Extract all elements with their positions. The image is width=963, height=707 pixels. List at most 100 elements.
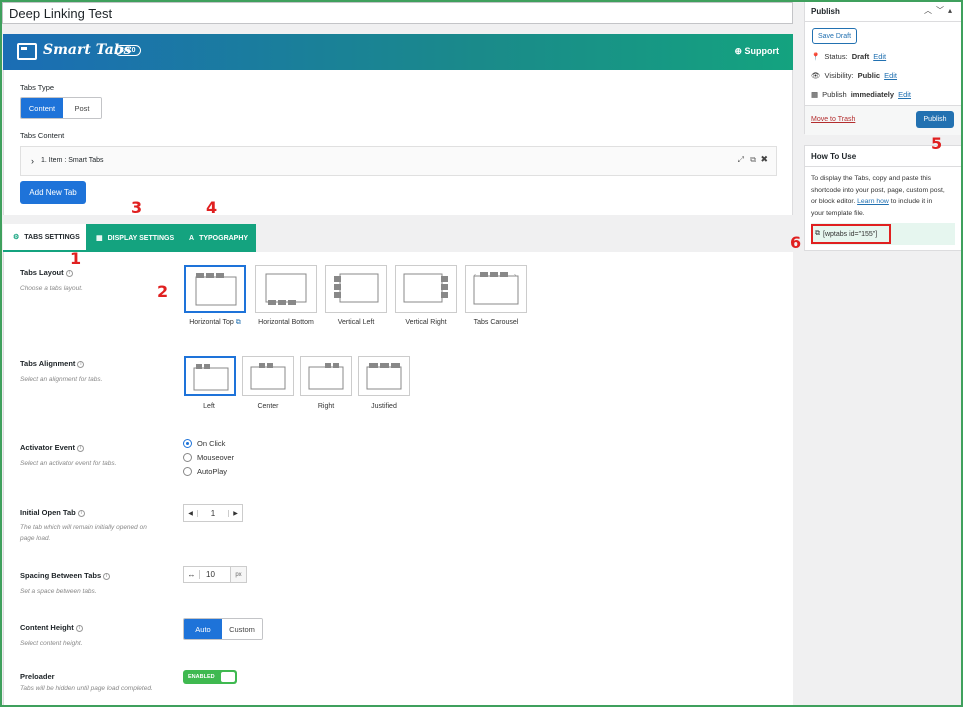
align-right-icon <box>308 363 344 390</box>
align-label-justified: Justified <box>371 403 397 410</box>
marker-6: 6 <box>790 233 802 252</box>
horizontal-arrows-icon: ↔ <box>184 570 200 579</box>
visibility-edit-link[interactable]: Edit <box>884 71 897 80</box>
radio-mouseover[interactable]: Mouseover <box>183 453 234 462</box>
publish-box: Publish ︿﹀▴ Save Draft 📍 Status: Draft Edit… <box>804 0 963 135</box>
post-title-input[interactable]: Deep Linking Test <box>2 2 793 24</box>
learn-how-link[interactable]: Learn how <box>857 198 889 205</box>
vertical-left-icon <box>334 273 379 303</box>
align-center[interactable] <box>242 356 294 396</box>
height-auto[interactable]: Auto <box>184 619 222 639</box>
tab-label: TYPOGRAPHY <box>199 234 249 242</box>
tabs-type-content[interactable]: Content <box>21 98 63 118</box>
decrement-icon[interactable]: ◀ <box>184 509 198 517</box>
delete-icon[interactable]: ✖ <box>760 154 768 165</box>
radio-dot <box>183 453 192 462</box>
svg-text:›: › <box>514 273 516 279</box>
align-justified[interactable] <box>358 356 410 396</box>
panel-controls: ︿﹀▴ <box>924 5 956 16</box>
shortcode-highlight <box>811 224 891 244</box>
marker-1: 1 <box>70 249 82 268</box>
info-icon: i <box>75 624 83 632</box>
tab-typography[interactable]: A TYPOGRAPHY <box>179 224 256 252</box>
save-draft-button[interactable]: Save Draft <box>812 28 857 44</box>
layout-tabs-carousel[interactable]: ‹ › <box>465 265 527 313</box>
caret-icon[interactable]: ▴ <box>948 6 956 15</box>
spacing-between-tabs-label: Spacing Between Tabs i <box>20 571 111 580</box>
initial-open-tab-stepper: ◀ 1 ▶ <box>183 504 243 522</box>
publish-button[interactable]: Publish <box>916 111 954 128</box>
chevron-down-icon[interactable]: ﹀ <box>936 6 948 15</box>
tabs-type-label: Tabs Type <box>20 83 55 92</box>
tab-item-row[interactable]: › 1. Item : Smart Tabs ⤢ ⧉ ✖ <box>20 146 777 176</box>
divider <box>805 166 962 167</box>
spacing-desc: Set a space between tabs. <box>20 588 97 595</box>
tab-display-settings[interactable]: ▦ DISPLAY SETTINGS <box>86 224 179 252</box>
activator-event-desc: Select an activator event for tabs. <box>20 460 117 467</box>
chevron-up-icon[interactable]: ︿ <box>924 6 936 15</box>
increment-icon[interactable]: ▶ <box>228 509 242 517</box>
height-custom[interactable]: Custom <box>222 619 262 639</box>
font-icon: A <box>189 234 195 242</box>
horizontal-bottom-icon <box>265 273 307 305</box>
support-link[interactable]: ⊕ Support <box>734 46 779 57</box>
grid-icon: ▦ <box>96 235 103 242</box>
move-to-trash-link[interactable]: Move to Trash <box>811 116 855 123</box>
tab-item-title: 1. Item : Smart Tabs <box>41 157 104 164</box>
info-icon: i <box>65 269 73 277</box>
tab-tabs-settings[interactable]: ⚙ TABS SETTINGS <box>3 224 86 252</box>
status-row: 📍 Status: Draft Edit <box>811 52 887 61</box>
publish-title: Publish <box>811 7 840 16</box>
initial-open-tab-desc-2: page load. <box>20 535 51 542</box>
info-icon: i <box>77 509 85 517</box>
smart-tabs-logo-icon <box>17 43 37 60</box>
layout-label-vertical-right: Vertical Right <box>405 319 447 326</box>
pin-icon: 📍 <box>811 52 821 61</box>
visibility-row: 👁 Visibility: Public Edit <box>811 71 898 80</box>
toggle-knob <box>221 672 235 682</box>
tabs-layout-label: Tabs Layout i <box>20 268 73 277</box>
spacing-input[interactable]: 10 <box>200 570 230 579</box>
layout-horizontal-top[interactable] <box>184 265 246 313</box>
layout-vertical-left[interactable] <box>325 265 387 313</box>
tabs-type-post[interactable]: Post <box>63 98 101 118</box>
horizontal-top-icon <box>195 273 237 306</box>
add-new-tab-button[interactable]: Add New Tab <box>20 181 86 204</box>
eye-icon: 👁 <box>811 71 821 80</box>
chevron-right-icon[interactable]: › <box>31 156 34 166</box>
svg-text:‹: ‹ <box>474 273 476 279</box>
layout-vertical-right[interactable] <box>395 265 457 313</box>
content-height-label: Content Height i <box>20 623 83 632</box>
align-center-icon <box>250 363 286 390</box>
marker-2: 2 <box>157 282 169 301</box>
align-right[interactable] <box>300 356 352 396</box>
tabs-alignment-desc: Select an alignment for tabs. <box>20 376 103 383</box>
marker-3: 3 <box>131 198 143 217</box>
status-edit-link[interactable]: Edit <box>873 52 886 61</box>
radio-autoplay[interactable]: AutoPlay <box>183 467 227 476</box>
external-link-icon: ⧉ <box>235 319 241 326</box>
expand-icon[interactable]: ⤢ <box>738 155 744 165</box>
initial-open-tab-label: Initial Open Tab i <box>20 508 85 517</box>
publish-actions: Move to Trash Publish <box>805 105 962 135</box>
layout-label-horizontal-bottom: Horizontal Bottom <box>258 319 314 326</box>
align-left[interactable] <box>184 356 236 396</box>
duplicate-icon[interactable]: ⧉ <box>750 155 756 165</box>
preloader-toggle[interactable]: ENABLED <box>183 670 237 684</box>
lifebuoy-icon: ⊕ <box>734 46 742 56</box>
how-to-use-text: To display the Tabs, copy and paste this… <box>811 175 945 217</box>
schedule-edit-link[interactable]: Edit <box>898 90 911 99</box>
smart-tabs-header: Smart Tabs 3.0.0 ⊕ Support <box>3 34 793 70</box>
tab-label: DISPLAY SETTINGS <box>107 234 175 242</box>
preloader-desc: Tabs will be hidden until page load comp… <box>20 685 153 692</box>
spacing-input-group: ↔ 10 px <box>183 566 247 583</box>
info-icon: i <box>77 444 85 452</box>
settings-tabs: ⚙ TABS SETTINGS ▦ DISPLAY SETTINGS A TYP… <box>3 224 793 252</box>
toggle-label: ENABLED <box>188 674 215 680</box>
initial-open-tab-desc-1: The tab which will remain initially open… <box>20 524 147 531</box>
radio-on-click[interactable]: On Click <box>183 439 225 448</box>
layout-horizontal-bottom[interactable] <box>255 265 317 313</box>
initial-open-tab-value[interactable]: 1 <box>198 509 228 518</box>
support-label: Support <box>744 46 780 56</box>
layout-label-tabs-carousel: Tabs Carousel <box>473 319 519 326</box>
